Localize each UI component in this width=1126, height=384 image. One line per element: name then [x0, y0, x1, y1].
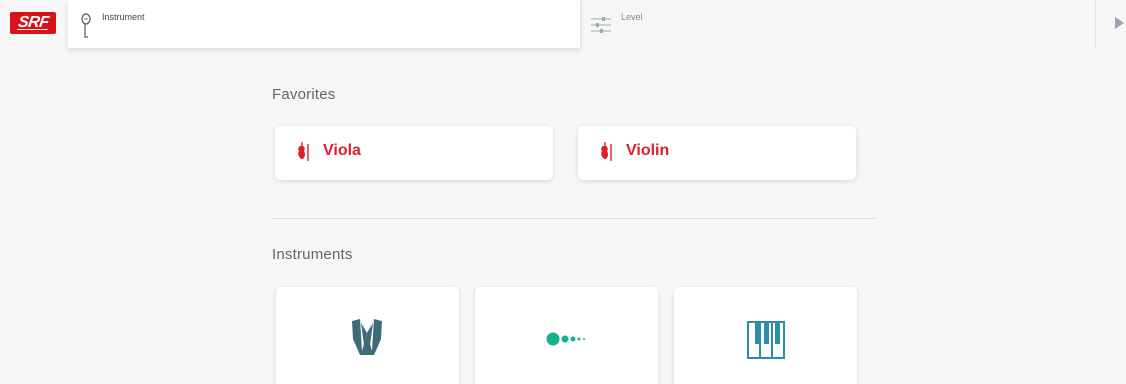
instrument-card[interactable]	[475, 287, 658, 384]
instrument-label: Instrument	[102, 12, 145, 22]
microphone-icon	[81, 13, 91, 38]
instrument-search-field[interactable]: Instrument	[68, 0, 580, 48]
favorite-label: Violin	[626, 142, 670, 159]
favorite-card-violin[interactable]: Violin	[578, 126, 856, 180]
favorites-heading: Favorites	[272, 86, 336, 103]
instrument-card[interactable]	[276, 287, 459, 384]
section-divider	[272, 218, 876, 219]
level-label: Level	[621, 12, 643, 22]
top-bar: SRF Instrument Level	[0, 0, 1126, 48]
tuxedo-icon	[352, 319, 382, 355]
piano-keys-icon	[747, 321, 785, 359]
favorite-card-viola[interactable]: Viola	[275, 126, 553, 180]
favorite-label: Viola	[323, 142, 361, 159]
instrument-card[interactable]	[674, 287, 857, 384]
violin-icon	[601, 142, 612, 161]
violin-icon	[298, 142, 309, 161]
logo-text: SRF	[16, 14, 50, 31]
srf-logo[interactable]: SRF	[10, 12, 56, 34]
level-select-field[interactable]: Level	[580, 0, 1096, 48]
dots-icon	[546, 332, 585, 346]
instruments-heading: Instruments	[272, 246, 353, 263]
play-icon[interactable]	[1115, 17, 1124, 29]
sliders-icon	[591, 17, 611, 33]
